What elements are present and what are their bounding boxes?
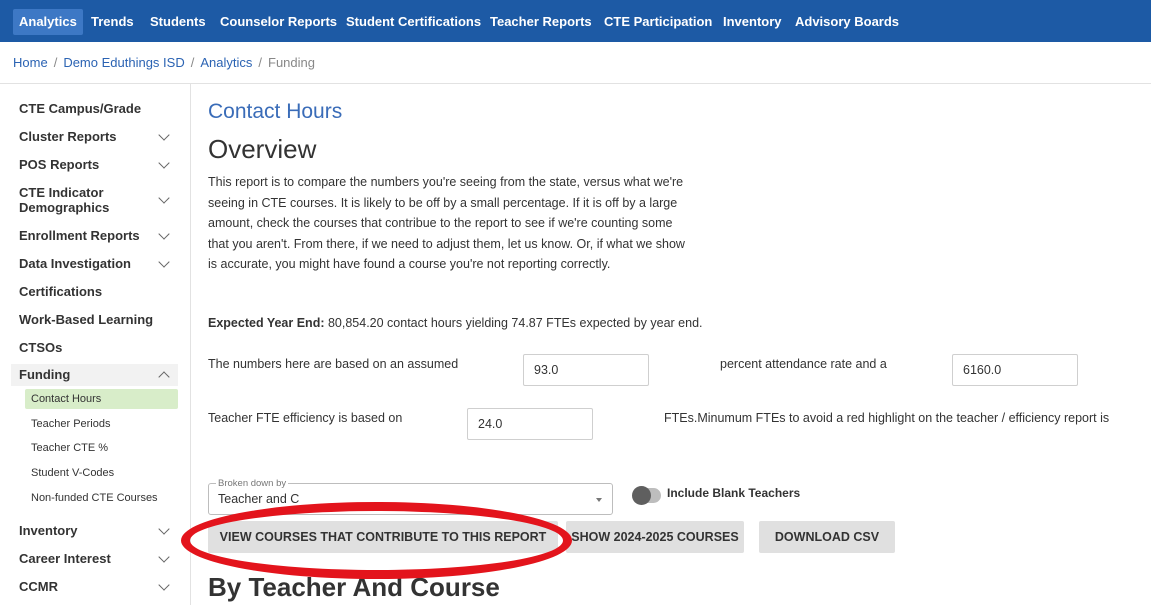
main-content: Contact Hours Overview This report is to… — [208, 84, 1151, 605]
nav-item-cte-participation[interactable]: CTE Participation — [604, 9, 712, 35]
nav-item-trends[interactable]: Trends — [91, 9, 134, 35]
sidebar-item-label: CTE Campus/Grade — [19, 101, 142, 116]
attendance-label: percent attendance rate and a — [720, 357, 887, 371]
sidebar-item-label: POS Reports — [19, 157, 100, 172]
expected-year-end-label: Expected Year End: — [208, 316, 325, 330]
page-subtitle: Contact Hours — [208, 100, 343, 123]
nav-item-teacher-reports[interactable]: Teacher Reports — [490, 9, 592, 35]
breadcrumb-separator: / — [190, 55, 195, 70]
nav-item-student-certifications[interactable]: Student Certifications — [346, 9, 481, 35]
sidebar-item-ctsos[interactable]: CTSOs — [11, 340, 178, 356]
chevron-down-icon — [158, 192, 170, 204]
top-nav: Analytics Trends Students Counselor Repo… — [0, 0, 1151, 42]
chevron-up-icon — [158, 371, 170, 383]
nav-item-counselor-reports[interactable]: Counselor Reports — [220, 9, 337, 35]
nav-item-students[interactable]: Students — [150, 9, 206, 35]
chevron-down-icon — [158, 551, 170, 563]
sidebar-item-inventory[interactable]: Inventory — [11, 523, 178, 539]
sidebar-subitem-teacher-cte-percent[interactable]: Teacher CTE % — [25, 438, 178, 458]
broken-down-by-select[interactable]: Broken down by Teacher and C — [208, 478, 613, 515]
sidebar-subitem-non-funded-cte-courses[interactable]: Non-funded CTE Courses — [25, 488, 178, 508]
sidebar-subitem-teacher-periods[interactable]: Teacher Periods — [25, 414, 178, 434]
nav-item-inventory[interactable]: Inventory — [723, 9, 782, 35]
sidebar-item-label: Inventory — [19, 523, 78, 538]
sidebar-item-cluster-reports[interactable]: Cluster Reports — [11, 129, 178, 145]
sidebar-item-label: Funding — [19, 367, 71, 382]
breadcrumb-home[interactable]: Home — [13, 55, 48, 70]
sidebar-subitem-contact-hours[interactable]: Contact Hours — [25, 389, 178, 409]
nav-item-advisory-boards[interactable]: Advisory Boards — [795, 9, 899, 35]
efficiency-label: Teacher FTE efficiency is based on — [208, 411, 403, 425]
page-title: Overview — [208, 134, 317, 164]
chevron-down-icon — [158, 129, 170, 141]
sidebar-item-label: Career Interest — [19, 551, 111, 566]
download-csv-button[interactable]: DOWNLOAD CSV — [759, 521, 895, 553]
nav-item-analytics[interactable]: Analytics — [13, 9, 83, 35]
toggle-knob — [632, 486, 651, 505]
breadcrumb-district[interactable]: Demo Eduthings ISD — [63, 55, 184, 70]
include-blank-teachers-toggle[interactable] — [632, 486, 661, 505]
sidebar-item-label: Certifications — [19, 284, 103, 299]
sidebar-item-funding[interactable]: Funding — [11, 364, 178, 386]
broken-down-by-legend: Broken down by — [216, 478, 289, 489]
sidebar-item-enrollment-reports[interactable]: Enrollment Reports — [11, 228, 178, 244]
sidebar-item-work-based-learning[interactable]: Work-Based Learning — [11, 312, 178, 328]
dropdown-caret-icon — [596, 498, 602, 502]
expected-year-end-text: 80,854.20 contact hours yielding 74.87 F… — [324, 316, 703, 330]
chevron-down-icon — [158, 228, 170, 240]
sidebar-item-ccmr[interactable]: CCMR — [11, 579, 178, 595]
overview-description: This report is to compare the numbers yo… — [208, 175, 685, 271]
show-courses-button[interactable]: SHOW 2024-2025 COURSES — [566, 521, 744, 553]
sidebar-item-label: CCMR — [19, 579, 58, 594]
view-courses-button[interactable]: VIEW COURSES THAT CONTRIBUTE TO THIS REP… — [208, 521, 558, 553]
sidebar-item-cte-indicator-demographics[interactable]: CTE Indicator Demographics — [11, 185, 178, 215]
minutes-input[interactable]: 6160.0 — [952, 354, 1078, 386]
fte-efficiency-input[interactable]: 24.0 — [467, 408, 593, 440]
attendance-rate-input[interactable]: 93.0 — [523, 354, 649, 386]
sidebar-item-label: Enrollment Reports — [19, 228, 140, 243]
sidebar-item-label: CTSOs — [19, 340, 63, 355]
chevron-down-icon — [158, 157, 170, 169]
sidebar-item-pos-reports[interactable]: POS Reports — [11, 157, 178, 173]
sidebar-item-certifications[interactable]: Certifications — [11, 284, 178, 300]
sidebar-item-career-interest[interactable]: Career Interest — [11, 551, 178, 567]
sidebar-item-label: Work-Based Learning — [19, 312, 154, 327]
include-blank-teachers-label: Include Blank Teachers — [667, 486, 801, 500]
sidebar-subitem-student-v-codes[interactable]: Student V-Codes — [25, 463, 178, 483]
chevron-down-icon — [158, 579, 170, 591]
broken-down-by-value: Teacher and C — [218, 492, 300, 506]
chevron-down-icon — [158, 523, 170, 535]
assumed-label: The numbers here are based on an assumed — [208, 357, 459, 371]
expected-year-end: Expected Year End: 80,854.20 contact hou… — [208, 316, 703, 330]
breadcrumb-separator: / — [53, 55, 58, 70]
sidebar: CTE Campus/Grade Cluster Reports POS Rep… — [0, 84, 191, 605]
sidebar-item-label: Data Investigation — [19, 256, 131, 271]
breadcrumb: Home / Demo Eduthings ISD / Analytics / Fundin… — [13, 55, 315, 71]
sidebar-item-data-investigation[interactable]: Data Investigation — [11, 256, 178, 272]
chevron-down-icon — [158, 256, 170, 268]
breadcrumb-current: Funding — [268, 55, 315, 70]
min-fte-label: FTEs.Minumum FTEs to avoid a red highlig… — [664, 411, 1110, 425]
breadcrumb-analytics[interactable]: Analytics — [200, 55, 252, 70]
sidebar-item-cte-campus-grade[interactable]: CTE Campus/Grade — [11, 101, 178, 117]
section-title: By Teacher And Course — [208, 572, 500, 602]
sidebar-item-label: CTE Indicator Demographics — [19, 185, 110, 215]
sidebar-item-label: Cluster Reports — [19, 129, 117, 144]
breadcrumb-separator: / — [258, 55, 262, 70]
